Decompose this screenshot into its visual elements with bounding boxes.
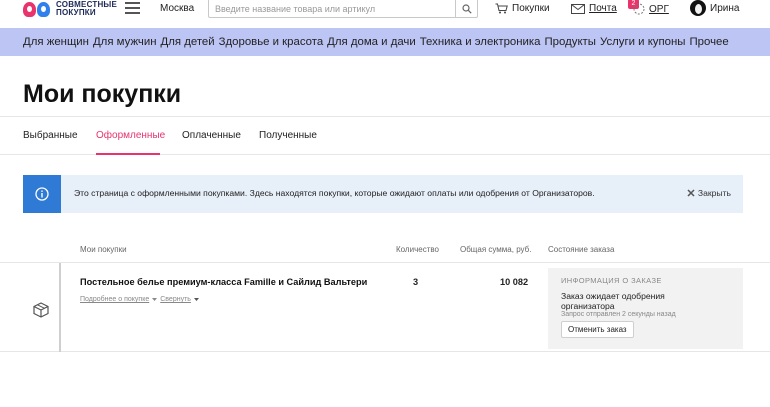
user-name: Ирина [710,2,740,14]
mail-icon [571,3,585,14]
site-logo[interactable]: СОВМЕСТНЫЕ ПОКУПКИ [23,0,117,18]
info-icon [23,175,61,213]
notice-close-label: Закрыть [697,188,731,198]
cancel-order-button[interactable]: Отменить заказ [561,321,634,338]
order-status-heading: ИНФОРМАЦИЯ О ЗАКАЗЕ [561,276,662,285]
tab-received[interactable]: Полученные [259,130,317,141]
details-link[interactable]: Подробнее о покупке [80,296,149,303]
notice-close-button[interactable]: Закрыть [687,188,731,198]
org-link[interactable]: ОРГ [633,3,669,15]
site-header: СОВМЕСТНЫЕ ПОКУПКИ Москва Покупки Почта … [0,0,770,20]
category-other[interactable]: Прочее [689,36,728,48]
category-women[interactable]: Для женщин [23,36,89,48]
tab-placed[interactable]: Оформленные [96,130,165,141]
avatar [690,0,706,16]
search-icon [461,3,472,14]
category-health-beauty[interactable]: Здоровье и красота [219,36,324,48]
column-header-qty: Количество [396,245,439,254]
collapse-link[interactable]: Свернуть [160,296,191,303]
info-notice: Это страница с оформленными покупками. З… [23,175,743,213]
purchases-link-label: Покупки [512,3,550,14]
category-bar: Для женщин Для мужчин Для детей Здоровье… [0,28,770,56]
page-title: Мои покупки [23,80,182,108]
category-men[interactable]: Для мужчин [93,36,157,48]
close-icon [687,189,695,197]
chevron-down-icon [193,297,199,301]
category-food[interactable]: Продукты [545,36,596,48]
package-icon [33,302,49,323]
logo-text-line2: ПОКУПКИ [56,8,96,17]
purchases-link[interactable]: Покупки [495,3,550,14]
user-menu[interactable]: Ирина [690,0,739,16]
org-link-label: ОРГ [649,3,669,15]
item-quantity: 3 [413,277,419,287]
item-total-sum: 10 082 [500,277,529,287]
column-header-items: Мои покупки [80,245,127,254]
order-status-timestamp: Запрос отправлен 2 секунды назад [561,311,676,318]
tab-selected[interactable]: Выбранные [23,130,78,141]
search-button[interactable] [455,0,477,17]
category-home-garden[interactable]: Для дома и дачи [327,36,416,48]
mail-link[interactable]: Почта [571,3,617,14]
org-icon [633,3,645,15]
category-services[interactable]: Услуги и купоны [600,36,686,48]
menu-icon[interactable] [125,2,140,14]
column-header-status: Состояние заказа [548,245,615,254]
cart-icon [495,3,508,14]
chevron-down-icon [152,297,158,301]
notice-text: Это страница с оформленными покупками. З… [74,188,595,198]
table-row: Постельное белье премиум-класса Famille … [0,262,770,352]
search-input[interactable] [209,0,455,17]
active-tab-indicator [96,153,160,155]
category-electronics[interactable]: Техника и электроника [420,36,541,48]
tab-paid[interactable]: Оплаченные [182,130,241,141]
mail-link-label: Почта [589,3,617,14]
search-box [208,0,478,18]
item-name-link[interactable]: Постельное белье премиум-класса Famille … [80,277,367,287]
purchase-tabs: Выбранные Оформленные Оплаченные Получен… [0,116,770,155]
order-status-panel: ИНФОРМАЦИЯ О ЗАКАЗЕ Заказ ожидает одобре… [548,268,743,349]
category-kids[interactable]: Для детей [161,36,215,48]
order-status-text: Заказ ожидает одобрения организатора [561,291,665,311]
column-header-sum: Общая сумма, руб. [460,245,532,254]
row-divider [59,263,61,352]
logo-icon [23,1,50,17]
city-selector[interactable]: Москва [160,3,194,14]
